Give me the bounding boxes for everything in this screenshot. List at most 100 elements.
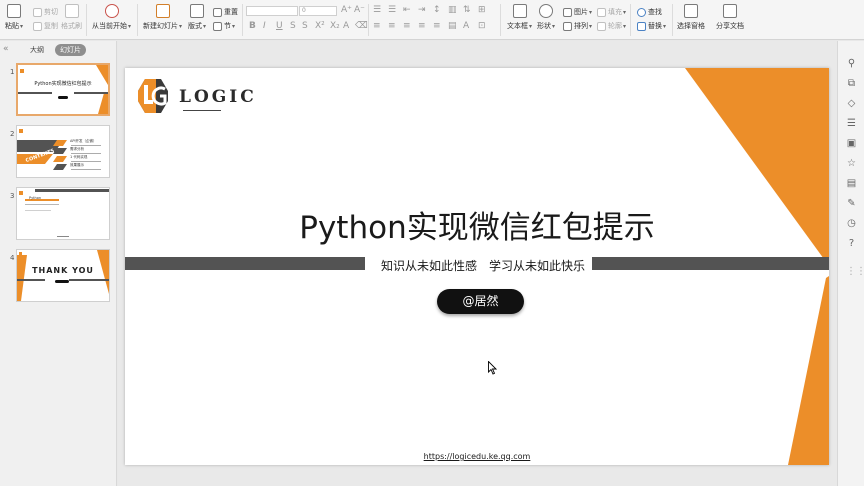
font-family-select[interactable] <box>246 6 298 16</box>
align-left-icon[interactable]: ≡ <box>373 21 381 31</box>
ribbon-toolbar: 粘贴▾ 剪切 复制 格式刷 从当前开始▾ 新建幻灯片▾ 版式▾ 重置 节 ▾ 0 … <box>0 0 864 40</box>
bullet-list-icon[interactable]: ☰ <box>373 5 381 15</box>
justify-icon[interactable]: ≡ <box>418 21 426 31</box>
share-icon <box>723 4 737 18</box>
underline-icon[interactable]: U <box>276 21 283 31</box>
slides-panel: « 大纲 幻灯片 1 Python实现微信红包提示 2 CONTENTS API… <box>0 41 117 486</box>
font-color-icon[interactable]: A <box>343 21 349 31</box>
from-current-label: 从当前开始 <box>92 22 127 30</box>
italic-icon[interactable]: I <box>263 21 266 31</box>
share-document-button[interactable]: 分享文档 <box>716 0 744 31</box>
slide-thumbnail-2[interactable]: CONTENTS API开发（企微） 需求分析 1 代码实现 效果展示 <box>16 125 110 178</box>
history-icon[interactable]: ◷ <box>846 218 857 229</box>
thumbnail-title: Python <box>29 196 42 200</box>
footer-url-link[interactable]: https://logicedu.ke.qq.com <box>125 452 829 461</box>
fill-bucket-icon <box>597 7 606 17</box>
textbox-label: 文本框 <box>507 22 528 30</box>
clear-format-icon[interactable]: ⌫ <box>355 21 368 31</box>
pin-icon[interactable]: ⚲ <box>846 58 857 69</box>
shadow-icon[interactable]: S <box>290 21 296 31</box>
slide-thumbnail-4[interactable]: THANK YOU <box>16 249 110 302</box>
mouse-cursor-icon <box>488 361 497 375</box>
shape-label: 形状 <box>537 22 551 30</box>
layout-button[interactable]: 版式▾ <box>188 0 206 31</box>
play-from-current-button[interactable]: 从当前开始▾ <box>92 0 131 31</box>
textbox-icon <box>512 4 527 18</box>
shapes-icon[interactable]: ◇ <box>846 98 857 109</box>
arrange-button[interactable]: 排列 ▾ <box>563 21 592 31</box>
logo-underline <box>183 110 221 111</box>
line-spacing-icon[interactable]: ↕ <box>433 5 441 15</box>
grid-icon[interactable]: ⋮⋮ <box>846 266 864 277</box>
section-button[interactable]: 节 ▾ <box>213 21 235 31</box>
format-painter-button[interactable]: 格式刷 <box>61 0 82 31</box>
convert-smartart-icon[interactable]: ▤ <box>448 21 457 31</box>
layout-icon <box>190 4 204 18</box>
subscript-icon[interactable]: X₂ <box>330 21 340 31</box>
slide-thumbnail-1[interactable]: Python实现微信红包提示 <box>16 63 110 116</box>
reset-button[interactable]: 重置 <box>213 7 238 17</box>
thumbnail-item: 需求分析 <box>70 147 84 151</box>
slide-thumbnail-3[interactable]: Python <box>16 187 110 240</box>
font-size-select[interactable]: 0 <box>299 6 337 16</box>
thumbnail-item: API开发（企微） <box>70 139 97 143</box>
logic-logo-icon <box>138 79 168 113</box>
para-settings-icon[interactable]: ⊡ <box>478 21 486 31</box>
right-tool-bar: ⚲ ⧉ ◇ ☰ ▣ ☆ ▤ ✎ ◷ ? ⋮⋮ <box>837 41 864 486</box>
picture-icon <box>563 7 572 17</box>
arrange-icon <box>563 21 572 31</box>
cut-label: 剪切 <box>44 8 58 16</box>
selection-pane-button[interactable]: 选择窗格 <box>677 0 705 31</box>
help-icon[interactable]: ? <box>846 238 857 249</box>
star-icon[interactable]: ☆ <box>846 158 857 169</box>
slide-title[interactable]: Python实现微信红包提示 <box>125 202 829 247</box>
fill-label: 填充 <box>608 8 622 16</box>
bold-icon[interactable]: B <box>249 21 256 31</box>
textbox-button[interactable]: 文本框▾ <box>507 0 532 31</box>
distribute-icon[interactable]: ≡ <box>433 21 441 31</box>
copy-button[interactable]: 复制 <box>33 21 58 31</box>
picture-button[interactable]: 图片 ▾ <box>563 7 592 17</box>
subtitle-right[interactable]: 学习从未如此快乐 <box>489 257 585 274</box>
strikethrough-icon[interactable]: S <box>302 21 308 31</box>
text-effect-icon[interactable]: A <box>463 21 469 31</box>
layout-panel-icon[interactable]: ▤ <box>846 178 857 189</box>
columns-icon[interactable]: ▥ <box>448 5 457 15</box>
slide-canvas[interactable]: LOGIC Python实现微信红包提示 知识从未如此性感 学习从未如此快乐 @… <box>125 68 829 465</box>
grow-font-icon[interactable]: A⁺ <box>341 5 352 15</box>
text-direction-icon[interactable]: ⇅ <box>463 5 471 15</box>
layout-label: 版式 <box>188 22 202 30</box>
increase-indent-icon[interactable]: ⇥ <box>418 5 426 15</box>
edit-icon[interactable]: ✎ <box>846 198 857 209</box>
superscript-icon[interactable]: X² <box>315 21 325 31</box>
scissors-icon <box>33 7 42 17</box>
selection-pane-icon <box>684 4 698 18</box>
decrease-indent-icon[interactable]: ⇤ <box>403 5 411 15</box>
cut-button[interactable]: 剪切 <box>33 7 58 17</box>
tab-slides[interactable]: 幻灯片 <box>55 44 86 56</box>
shape-button[interactable]: 形状▾ <box>537 0 555 31</box>
align-right-icon[interactable]: ≡ <box>403 21 411 31</box>
collapse-panel-icon[interactable]: « <box>3 44 9 54</box>
subtitle-left[interactable]: 知识从未如此性感 <box>381 257 477 274</box>
replace-button[interactable]: 替换 ▾ <box>637 21 666 31</box>
fill-button[interactable]: 填充 ▾ <box>597 7 626 17</box>
image-tools-icon[interactable]: ▣ <box>846 138 857 149</box>
shrink-font-icon[interactable]: A⁻ <box>354 5 365 15</box>
new-slide-label: 新建幻灯片 <box>143 22 178 30</box>
outline-button[interactable]: 轮廓 ▾ <box>597 21 626 31</box>
paste-button[interactable]: 粘贴▾ <box>5 0 23 31</box>
copy-format-icon[interactable]: ⧉ <box>846 78 857 89</box>
align-center-icon[interactable]: ≡ <box>388 21 396 31</box>
section-label: 节 <box>224 22 231 30</box>
adjust-icon[interactable]: ☰ <box>846 118 857 129</box>
numbered-list-icon[interactable]: ☰ <box>388 5 396 15</box>
align-text-icon[interactable]: ⊞ <box>478 5 486 15</box>
copy-label: 复制 <box>44 22 58 30</box>
author-badge[interactable]: @居然 <box>437 289 524 314</box>
new-slide-button[interactable]: 新建幻灯片▾ <box>143 0 182 31</box>
find-button[interactable]: 查找 <box>637 7 662 17</box>
copy-icon <box>33 21 42 31</box>
paste-icon <box>7 4 21 18</box>
tab-outline[interactable]: 大纲 <box>30 45 44 55</box>
